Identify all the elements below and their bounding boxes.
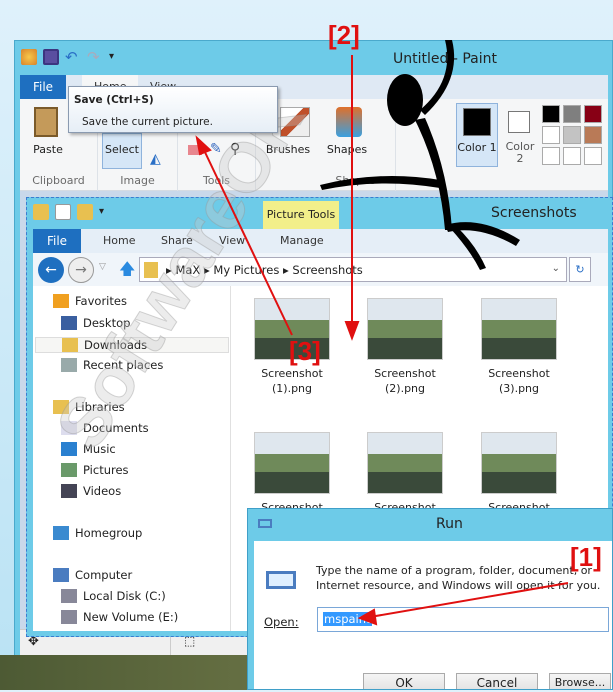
annotation-arrow-3 [202, 147, 293, 336]
stick-figure-illustration [320, 40, 520, 270]
annotation-label-2: [2] [328, 20, 360, 50]
annotation-label-1: [1] [570, 542, 602, 572]
annotation-arrow-1 [369, 582, 569, 618]
annotation-label-3: [3] [289, 336, 321, 366]
